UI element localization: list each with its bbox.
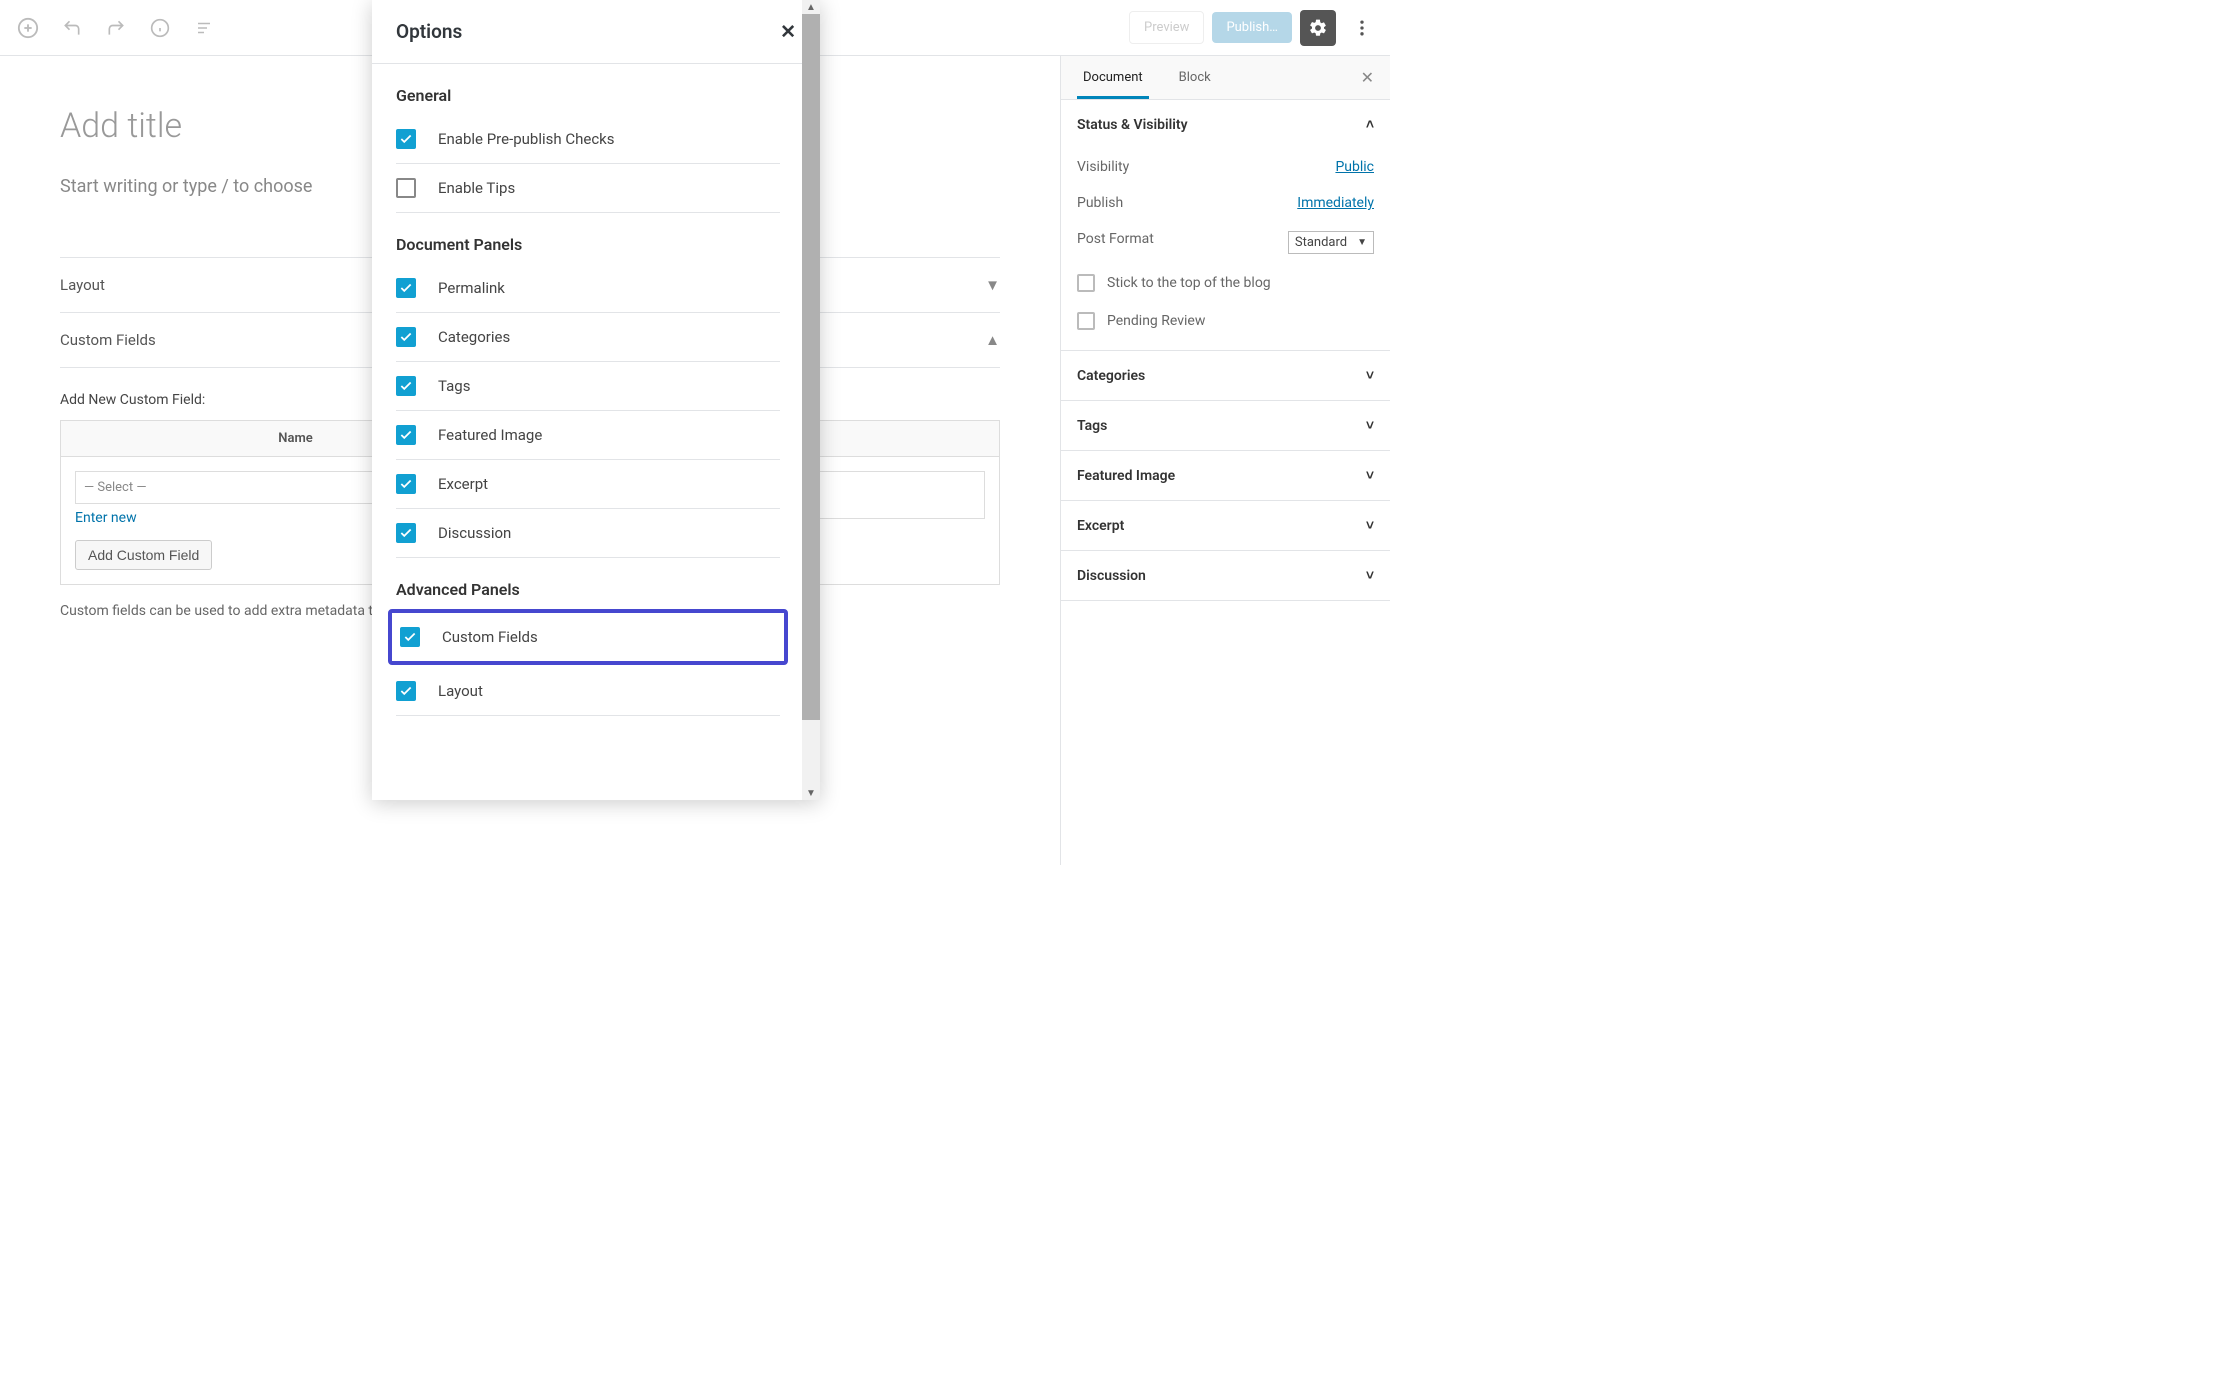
excerpt-checkbox[interactable]	[396, 474, 416, 494]
permalink-checkbox[interactable]	[396, 278, 416, 298]
add-block-button[interactable]	[10, 10, 46, 46]
layout-panel-title: Layout	[60, 276, 105, 294]
modal-scrollbar[interactable]: ▲ ▼	[802, 0, 820, 800]
permalink-label: Permalink	[438, 279, 505, 297]
excerpt-panel-header[interactable]: Excerpt ˅	[1061, 501, 1390, 550]
tips-label: Enable Tips	[438, 179, 515, 197]
discussion-mod-label: Discussion	[438, 524, 511, 542]
prepublish-label: Enable Pre-publish Checks	[438, 130, 615, 148]
custom-fields-checkbox[interactable]	[400, 627, 420, 647]
chevron-down-icon: ˅	[1366, 567, 1374, 584]
layout-mod-label: Layout	[438, 682, 483, 700]
discussion-panel-label: Discussion	[1077, 568, 1146, 584]
post-format-select[interactable]: Standard ▼	[1288, 231, 1374, 254]
tab-document[interactable]: Document	[1077, 56, 1149, 99]
scroll-down-arrow-icon[interactable]: ▼	[802, 786, 820, 800]
categories-panel-label: Categories	[1077, 368, 1145, 384]
preview-button[interactable]: Preview	[1129, 11, 1204, 44]
custom-fields-highlight: Custom Fields	[388, 609, 788, 665]
discussion-panel-header[interactable]: Discussion ˅	[1061, 551, 1390, 600]
publish-label: Publish	[1077, 195, 1123, 211]
visibility-value-link[interactable]: Public	[1335, 159, 1374, 175]
stick-top-checkbox[interactable]	[1077, 274, 1095, 292]
info-button[interactable]	[142, 10, 178, 46]
featured-image-panel-label: Featured Image	[1077, 468, 1175, 484]
excerpt-panel-label: Excerpt	[1077, 518, 1124, 534]
chevron-down-icon: ˅	[1366, 517, 1374, 534]
layout-checkbox[interactable]	[396, 681, 416, 701]
custom-fields-mod-label: Custom Fields	[442, 628, 538, 646]
chevron-down-icon: ▼	[985, 276, 1000, 294]
undo-button[interactable]	[54, 10, 90, 46]
categories-panel-header[interactable]: Categories ˅	[1061, 351, 1390, 400]
chevron-down-icon: ˅	[1366, 367, 1374, 384]
post-format-label: Post Format	[1077, 231, 1154, 254]
general-section-title: General	[396, 86, 780, 105]
chevron-down-icon: ˅	[1366, 417, 1374, 434]
visibility-label: Visibility	[1077, 159, 1129, 175]
tags-panel-header[interactable]: Tags ˅	[1061, 401, 1390, 450]
chevron-up-icon: ▲	[985, 331, 1000, 349]
prepublish-checkbox[interactable]	[396, 129, 416, 149]
status-visibility-panel-header[interactable]: Status & Visibility ˄	[1061, 100, 1390, 149]
scrollbar-thumb[interactable]	[802, 14, 820, 720]
tags-panel-label: Tags	[1077, 418, 1107, 434]
modal-title: Options	[396, 20, 462, 43]
pending-review-checkbox[interactable]	[1077, 312, 1095, 330]
chevron-down-icon: ˅	[1366, 467, 1374, 484]
redo-button[interactable]	[98, 10, 134, 46]
discussion-checkbox[interactable]	[396, 523, 416, 543]
tab-block[interactable]: Block	[1173, 56, 1217, 99]
tags-mod-label: Tags	[438, 377, 470, 395]
featured-image-checkbox[interactable]	[396, 425, 416, 445]
tips-checkbox[interactable]	[396, 178, 416, 198]
modal-close-button[interactable]: ✕	[780, 20, 796, 43]
chevron-down-icon: ▼	[1357, 237, 1367, 248]
settings-button[interactable]	[1300, 10, 1336, 46]
add-custom-field-button[interactable]: Add Custom Field	[75, 540, 212, 570]
editor-sidebar: Document Block ✕ Status & Visibility ˄ V…	[1060, 56, 1390, 865]
advanced-panels-section-title: Advanced Panels	[396, 580, 780, 599]
excerpt-mod-label: Excerpt	[438, 475, 488, 493]
document-panels-section-title: Document Panels	[396, 235, 780, 254]
featured-image-panel-header[interactable]: Featured Image ˅	[1061, 451, 1390, 500]
tags-checkbox[interactable]	[396, 376, 416, 396]
scroll-up-arrow-icon[interactable]: ▲	[802, 0, 820, 14]
block-navigation-button[interactable]	[186, 10, 222, 46]
more-menu-button[interactable]	[1344, 10, 1380, 46]
pending-review-label: Pending Review	[1107, 313, 1205, 329]
featured-image-mod-label: Featured Image	[438, 426, 542, 444]
status-visibility-label: Status & Visibility	[1077, 117, 1188, 133]
publish-value-link[interactable]: Immediately	[1297, 195, 1374, 211]
categories-checkbox[interactable]	[396, 327, 416, 347]
publish-button[interactable]: Publish…	[1212, 12, 1292, 43]
enter-new-link[interactable]: Enter new	[75, 504, 137, 532]
categories-mod-label: Categories	[438, 328, 510, 346]
chevron-up-icon: ˄	[1366, 116, 1374, 133]
stick-top-label: Stick to the top of the blog	[1107, 275, 1271, 291]
sidebar-close-button[interactable]: ✕	[1361, 68, 1374, 87]
custom-fields-panel-title: Custom Fields	[60, 331, 156, 349]
options-modal: Options ✕ General Enable Pre-publish Che…	[372, 0, 820, 800]
